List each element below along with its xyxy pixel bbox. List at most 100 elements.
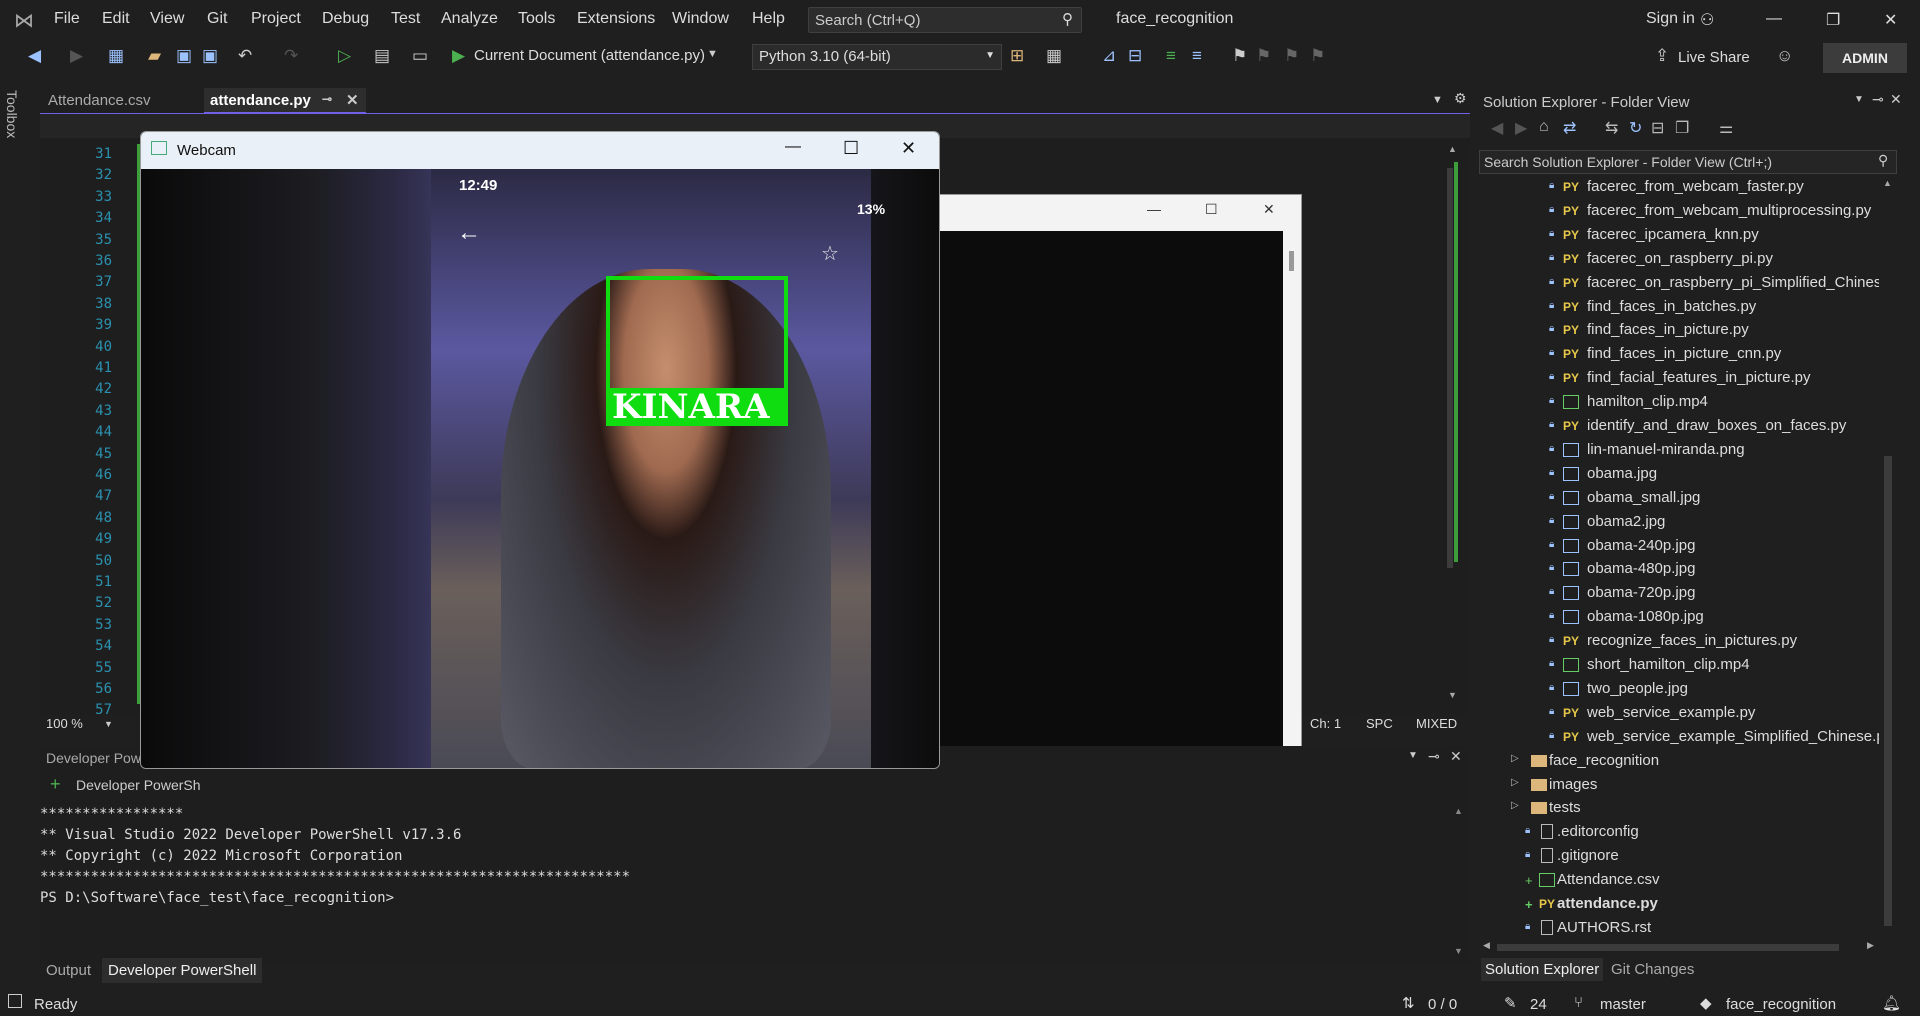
se-sync-icon[interactable]: ⇆ (1605, 118, 1618, 138)
undo-icon[interactable]: ↶ (238, 46, 252, 66)
vertical-scrollbar[interactable]: ▲ ▼ (1442, 138, 1460, 704)
live-share-button[interactable]: Live Share (1678, 49, 1750, 66)
branch-icon[interactable]: ⑂ (1574, 994, 1583, 1011)
window-icon[interactable]: ▭ (412, 46, 428, 66)
bg-minimize-icon[interactable]: — (1147, 201, 1161, 217)
live-share-icon[interactable]: ⇪ (1655, 46, 1669, 66)
save-icon[interactable]: ▣ (176, 46, 192, 66)
package-icon[interactable]: ⊞ (1010, 46, 1024, 66)
expand-chevron-icon[interactable]: ▷ (1511, 753, 1519, 764)
menu-file[interactable]: File (54, 10, 80, 28)
se-vertical-scrollbar[interactable]: ▲ (1881, 176, 1895, 956)
run-dropdown-icon[interactable]: ▼ (707, 48, 718, 60)
webcam-close-icon[interactable]: ✕ (901, 138, 916, 159)
outdent-icon[interactable]: ≡ (1192, 46, 1202, 66)
menu-extensions[interactable]: Extensions (577, 10, 655, 28)
se-properties-icon[interactable]: ⚌ (1719, 118, 1733, 138)
vs-logo-icon[interactable]: ⋈ (14, 8, 38, 32)
bookmark-prev-icon[interactable]: ⚑ (1256, 46, 1271, 66)
global-search-input[interactable]: Search (Ctrl+Q) ⚲ (808, 7, 1082, 33)
menu-git[interactable]: Git (207, 10, 227, 28)
tab-git-changes[interactable]: Git Changes (1611, 961, 1694, 978)
close-icon[interactable]: ✕ (1884, 10, 1897, 30)
menu-analyze[interactable]: Analyze (441, 10, 498, 28)
expand-chevron-icon[interactable]: ▷ (1511, 777, 1519, 788)
run-icon[interactable]: ▶ (452, 46, 465, 66)
zoom-level[interactable]: 100 % (46, 716, 83, 731)
terminal-prompt[interactable]: PS D:\Software\face_test\face_recognitio… (40, 890, 394, 906)
column-indicator[interactable]: Ch: 1 (1310, 716, 1341, 731)
debug-target-icon[interactable]: ⊿ (1102, 46, 1116, 66)
menu-view[interactable]: View (150, 10, 184, 28)
se-switch-view-icon[interactable]: ⇄ (1563, 118, 1576, 138)
se-search-input[interactable]: Search Solution Explorer - Folder View (… (1479, 150, 1897, 174)
bg-maximize-icon[interactable]: ☐ (1205, 201, 1218, 218)
bookmark-next-icon[interactable]: ⚑ (1284, 46, 1299, 66)
edits-count[interactable]: 24 (1530, 996, 1547, 1013)
repo-icon[interactable]: ◆ (1700, 994, 1712, 1012)
feedback-icon[interactable]: ☺ (1776, 46, 1793, 66)
zoom-dropdown-icon[interactable]: ▼ (104, 719, 113, 729)
sign-in-link[interactable]: Sign in (1646, 10, 1695, 28)
se-copy-icon[interactable]: ❐ (1675, 118, 1689, 138)
terminal-tab[interactable]: Developer PowerSh (76, 777, 201, 793)
folder-icon[interactable]: ▤ (374, 46, 390, 66)
menu-project[interactable]: Project (251, 10, 301, 28)
pencil-icon[interactable]: ✎ (1504, 994, 1517, 1012)
se-back-icon[interactable]: ◀ (1491, 118, 1503, 138)
layout-icon[interactable]: ▦ (1046, 46, 1062, 66)
output-tab[interactable]: Output (46, 962, 91, 979)
menu-test[interactable]: Test (391, 10, 420, 28)
open-icon[interactable]: ▰ (148, 46, 161, 66)
se-forward-icon[interactable]: ▶ (1515, 118, 1527, 138)
se-close-icon[interactable]: ✕ (1890, 91, 1902, 108)
panel-close-icon[interactable]: ✕ (1450, 748, 1462, 765)
updown-icon[interactable]: ⇅ (1402, 994, 1415, 1012)
menu-help[interactable]: Help (752, 10, 785, 28)
save-all-icon[interactable]: ▣ (202, 46, 218, 66)
updown-count[interactable]: 0 / 0 (1428, 996, 1457, 1013)
webcam-maximize-icon[interactable]: ☐ (843, 138, 859, 159)
bookmark-icon[interactable]: ⚑ (1232, 46, 1247, 66)
se-pin-icon[interactable]: ⊸ (1872, 91, 1884, 108)
webcam-minimize-icon[interactable]: — (785, 138, 801, 156)
run-target-button[interactable]: Current Document (attendance.py) (474, 47, 705, 64)
pin-icon[interactable]: ⊸ (322, 92, 332, 106)
webcam-window[interactable]: Webcam — ☐ ✕ 12:49 13% ← ☆ KINARA (140, 131, 940, 769)
toolbox-tab[interactable]: Toolbox (4, 90, 20, 138)
webcam-title-bar[interactable]: Webcam — ☐ ✕ (141, 132, 939, 169)
minimize-icon[interactable]: — (1766, 10, 1782, 28)
close-tab-icon[interactable]: ✕ (346, 91, 359, 109)
se-horizontal-scrollbar[interactable]: ◀ ▶ (1479, 940, 1879, 954)
new-terminal-icon[interactable]: + (50, 774, 61, 795)
account-icon[interactable]: ⚇ (1700, 10, 1714, 30)
admin-badge[interactable]: ADMIN (1823, 43, 1907, 73)
new-project-icon[interactable]: ▦ (108, 46, 124, 66)
se-options-icon[interactable]: ▼ (1854, 94, 1864, 105)
menu-edit[interactable]: Edit (102, 10, 130, 28)
back-icon[interactable]: ◀ (28, 46, 41, 66)
restore-icon[interactable]: ❐ (1826, 10, 1840, 30)
repo-name[interactable]: face_recognition (1726, 996, 1836, 1013)
terminal-scrollbar[interactable]: ▲ ▼ (1452, 806, 1466, 956)
se-home-icon[interactable]: ⌂ (1539, 118, 1549, 136)
se-collapse-icon[interactable]: ⊟ (1651, 118, 1664, 138)
line-ending-indicator[interactable]: MIXED (1416, 716, 1457, 731)
forward-icon[interactable]: ▶ (70, 46, 83, 66)
panel-options-icon[interactable]: ▼ (1408, 750, 1418, 761)
whitespace-indicator[interactable]: SPC (1366, 716, 1393, 731)
bg-close-icon[interactable]: ✕ (1263, 201, 1275, 218)
powershell-tab[interactable]: Developer PowerShell (102, 958, 263, 983)
redo-icon[interactable]: ↷ (284, 46, 298, 66)
bookmark-clear-icon[interactable]: ⚑ (1310, 46, 1325, 66)
notification-bell-icon[interactable]: 🔔︎ (1882, 994, 1901, 1012)
panel-pin-icon[interactable]: ⊸ (1428, 748, 1440, 765)
menu-tools[interactable]: Tools (518, 10, 555, 28)
tab-overflow-icon[interactable]: ▼ (1432, 94, 1443, 106)
se-refresh-icon[interactable]: ↻ (1629, 118, 1642, 138)
expand-chevron-icon[interactable]: ▷ (1511, 800, 1519, 811)
start-without-debug-icon[interactable]: ▷ (338, 46, 351, 66)
menu-window[interactable]: Window (672, 10, 729, 28)
tab-attendance-py[interactable]: attendance.py ⊸ ✕ (204, 88, 366, 114)
indent-icon[interactable]: ≡ (1166, 46, 1176, 66)
